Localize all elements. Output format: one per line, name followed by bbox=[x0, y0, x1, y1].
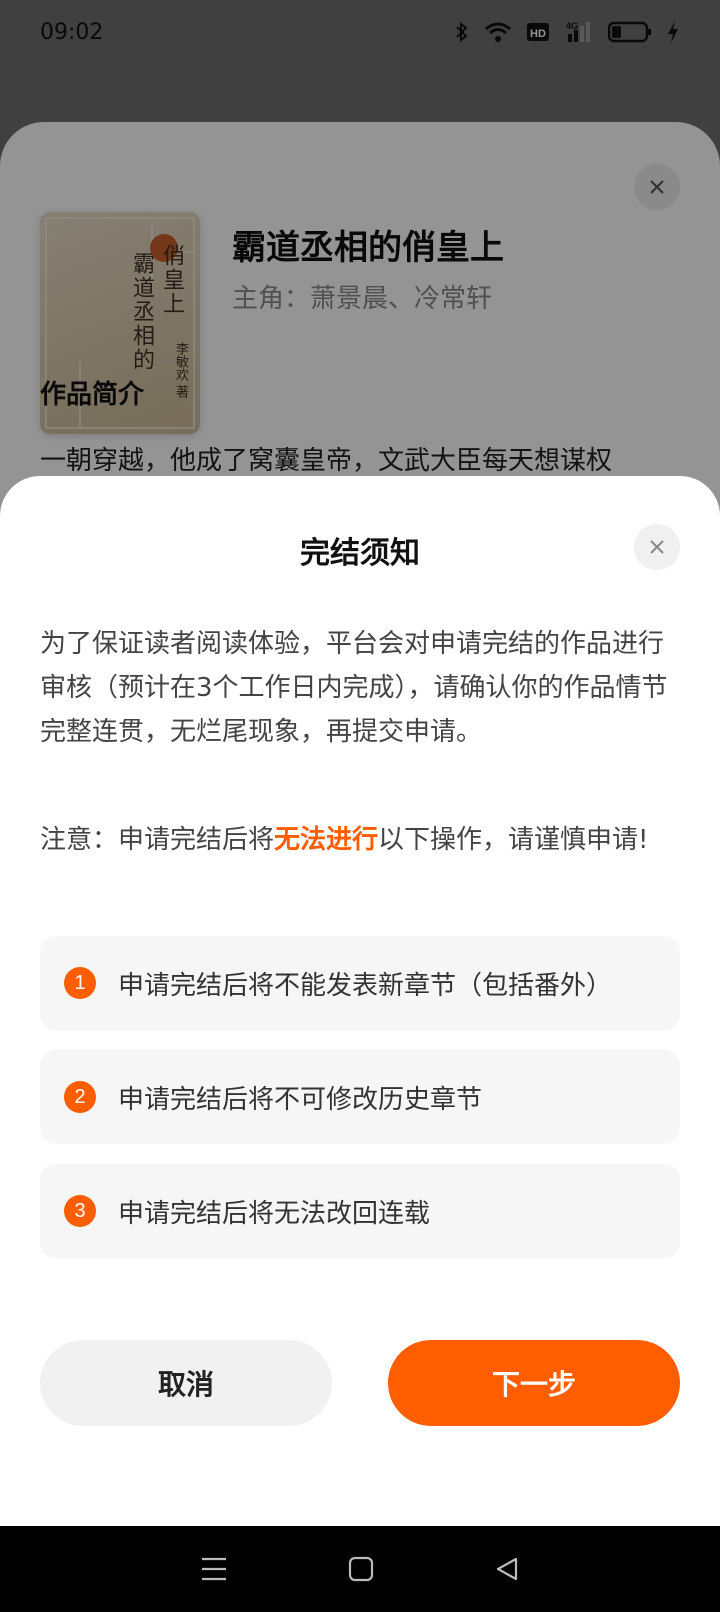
modal-notice: 注意：申请完结后将无法进行以下操作，请谨慎申请! bbox=[40, 818, 680, 862]
notice-prefix: 注意：申请完结后将 bbox=[40, 825, 275, 855]
number-badge: 1 bbox=[64, 967, 96, 999]
modal-close-button[interactable] bbox=[634, 524, 680, 570]
notice-item-text: 申请完结后将不能发表新章节（包括番外） bbox=[118, 970, 613, 1001]
back-icon[interactable] bbox=[494, 1556, 520, 1582]
notice-item: 2 申请完结后将不可修改历史章节 bbox=[40, 1050, 680, 1144]
modal-title: 完结须知 bbox=[300, 536, 420, 571]
notice-highlight: 无法进行 bbox=[274, 825, 379, 855]
notice-item: 3 申请完结后将无法改回连载 bbox=[40, 1164, 680, 1258]
notice-item-text: 申请完结后将无法改回连载 bbox=[118, 1198, 431, 1229]
menu-icon[interactable] bbox=[200, 1556, 228, 1582]
modal-description: 为了保证读者阅读体验，平台会对申请完结的作品进行审核（预计在3个工作日内完成），… bbox=[40, 629, 668, 747]
notice-item-text: 申请完结后将不可修改历史章节 bbox=[118, 1084, 483, 1115]
notice-list: 1 申请完结后将不能发表新章节（包括番外） 2 申请完结后将不可修改历史章节 3… bbox=[40, 936, 680, 1278]
completion-notice-modal: 完结须知 为了保证读者阅读体验，平台会对申请完结的作品进行审核（预计在3个工作日… bbox=[0, 476, 720, 1526]
notice-suffix: 以下操作，请谨慎申请! bbox=[378, 825, 649, 855]
system-nav-bar bbox=[0, 1526, 720, 1612]
close-icon bbox=[650, 540, 664, 554]
cancel-button[interactable]: 取消 bbox=[40, 1340, 332, 1426]
number-badge: 2 bbox=[64, 1081, 96, 1113]
home-icon[interactable] bbox=[348, 1556, 374, 1582]
number-badge: 3 bbox=[64, 1195, 96, 1227]
notice-item: 1 申请完结后将不能发表新章节（包括番外） bbox=[40, 936, 680, 1030]
next-step-button[interactable]: 下一步 bbox=[388, 1340, 680, 1426]
